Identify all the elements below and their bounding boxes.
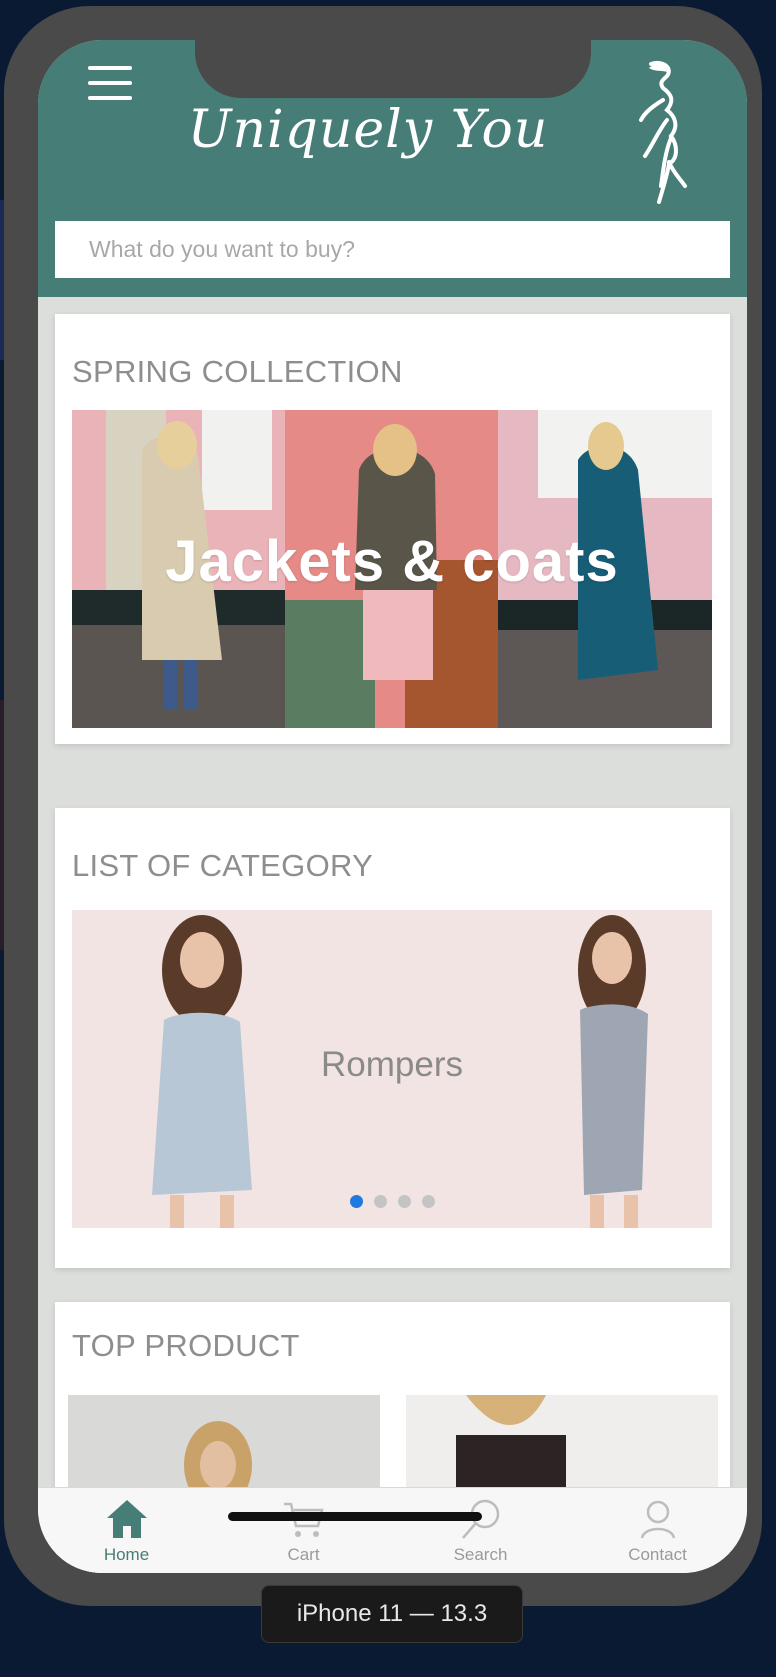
home-indicator[interactable] [228, 1512, 482, 1521]
device-notch [195, 40, 591, 98]
tab-label: Contact [628, 1545, 687, 1564]
fashion-figure-logo-icon [639, 61, 687, 204]
tab-contact[interactable]: Contact [569, 1488, 746, 1573]
brand-logo-text: Uniquely You [187, 100, 549, 160]
carousel-dot[interactable] [374, 1195, 387, 1208]
simulator-device-label: iPhone 11 — 13.3 [261, 1585, 523, 1643]
user-icon [640, 1500, 675, 1539]
carousel-dot[interactable] [422, 1195, 435, 1208]
top-product-title: TOP PRODUCT [72, 1328, 300, 1363]
category-title: LIST OF CATEGORY [72, 848, 374, 883]
category-card: LIST OF CATEGORY Rompers [55, 808, 730, 1268]
app-screen: Uniquely You SPRING COLLECTION [38, 40, 747, 1573]
bottom-tab-bar: Home Cart Search Contact [38, 1487, 747, 1573]
tab-label: Cart [287, 1545, 320, 1564]
spring-collection-banner[interactable]: Jackets & coats [72, 410, 712, 728]
carousel-slide-label: Rompers [321, 1045, 463, 1084]
tab-label: Search [453, 1545, 508, 1564]
search-bar[interactable] [55, 221, 730, 278]
tab-search[interactable]: Search [392, 1488, 569, 1573]
tab-cart[interactable]: Cart [215, 1488, 392, 1573]
search-input[interactable] [55, 221, 709, 278]
banner-caption: Jackets & coats [165, 529, 619, 594]
hamburger-menu-icon[interactable] [88, 66, 132, 100]
tab-label: Home [103, 1545, 150, 1564]
home-icon [106, 1500, 147, 1538]
carousel-pagination [350, 1195, 446, 1213]
carousel-dot[interactable] [350, 1195, 363, 1208]
tab-home[interactable]: Home [38, 1488, 215, 1573]
carousel-dot[interactable] [398, 1195, 411, 1208]
category-carousel[interactable]: Rompers [72, 910, 712, 1228]
spring-collection-card: SPRING COLLECTION Jackets & coats [55, 314, 730, 744]
spring-collection-title: SPRING COLLECTION [72, 354, 403, 389]
